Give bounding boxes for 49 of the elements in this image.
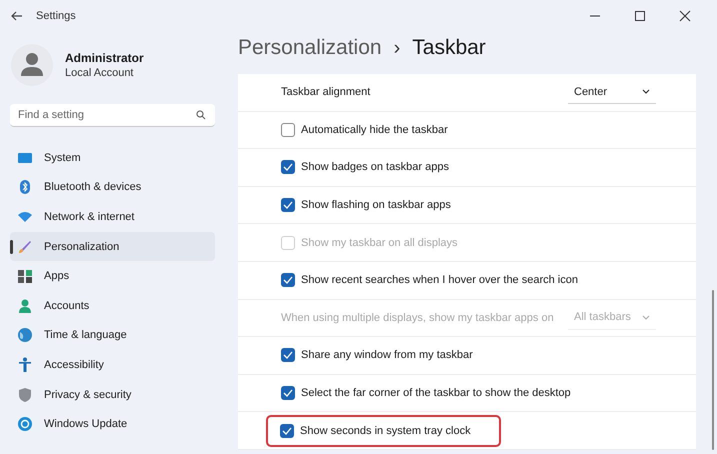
person-icon <box>17 298 33 314</box>
checkbox-label: Show my taskbar on all displays <box>301 236 458 249</box>
close-icon[interactable] <box>679 10 691 22</box>
checkbox[interactable] <box>281 122 295 137</box>
shield-icon <box>17 386 33 403</box>
checkbox[interactable] <box>281 160 295 174</box>
dropdown[interactable]: Center <box>568 80 656 104</box>
sidebar-item[interactable]: System <box>10 143 215 173</box>
sidebar-item[interactable]: Windows Update <box>10 409 215 439</box>
checkbox[interactable] <box>281 273 295 288</box>
chevron-down-icon <box>642 314 650 320</box>
sidebar-item[interactable]: Accounts <box>10 290 215 321</box>
brush-icon <box>17 238 33 255</box>
page-title: Taskbar <box>412 36 486 60</box>
breadcrumb-parent[interactable]: Personalization <box>238 36 382 60</box>
checkbox[interactable] <box>281 386 295 400</box>
sidebar-item[interactable]: Network & internet <box>10 202 215 232</box>
apps-icon <box>17 268 33 284</box>
checkbox-label: Show recent searches when I hover over the search icon <box>301 274 578 286</box>
checkbox-label: Select the far corner of the taskbar to show the desktop <box>301 387 571 400</box>
sidebar-item[interactable]: Personalization <box>10 232 215 262</box>
sidebar-item[interactable]: Bluetooth & devices <box>10 172 215 202</box>
account-name: Administrator <box>65 51 144 65</box>
checkbox-label: Share any window from my taskbar <box>301 349 473 362</box>
checkbox-label: Automatically hide the taskbar <box>301 124 448 136</box>
checkbox[interactable] <box>280 424 294 438</box>
maximize-icon[interactable] <box>634 10 646 22</box>
setting-label: When using multiple displays, show my taskbar apps on <box>281 312 554 324</box>
window-title: Settings <box>36 10 76 22</box>
breadcrumb-separator: › <box>394 37 400 60</box>
back-icon[interactable] <box>11 11 23 21</box>
checkbox[interactable] <box>281 198 295 212</box>
search-icon <box>196 110 206 120</box>
globe-icon <box>17 327 33 344</box>
sidebar-item[interactable]: Apps <box>10 261 215 291</box>
accessibility-icon <box>17 356 33 373</box>
bluetooth-icon <box>17 179 33 196</box>
checkbox-label: Show seconds in system tray clock <box>300 424 471 437</box>
avatar-icon <box>11 44 53 86</box>
checkbox[interactable] <box>281 348 295 362</box>
sidebar-item[interactable]: Accessibility <box>10 350 215 380</box>
sidebar-item[interactable]: Privacy & security <box>10 380 215 410</box>
search-field[interactable]: Find a setting <box>10 104 215 127</box>
checkbox-label: Show flashing on taskbar apps <box>301 199 451 212</box>
chevron-down-icon <box>642 89 650 94</box>
setting-label: Taskbar alignment <box>281 86 370 98</box>
sidebar-item[interactable]: Time & language <box>10 320 215 350</box>
account-type: Local Account <box>65 67 134 79</box>
checkbox-label: Show badges on taskbar apps <box>301 161 449 174</box>
